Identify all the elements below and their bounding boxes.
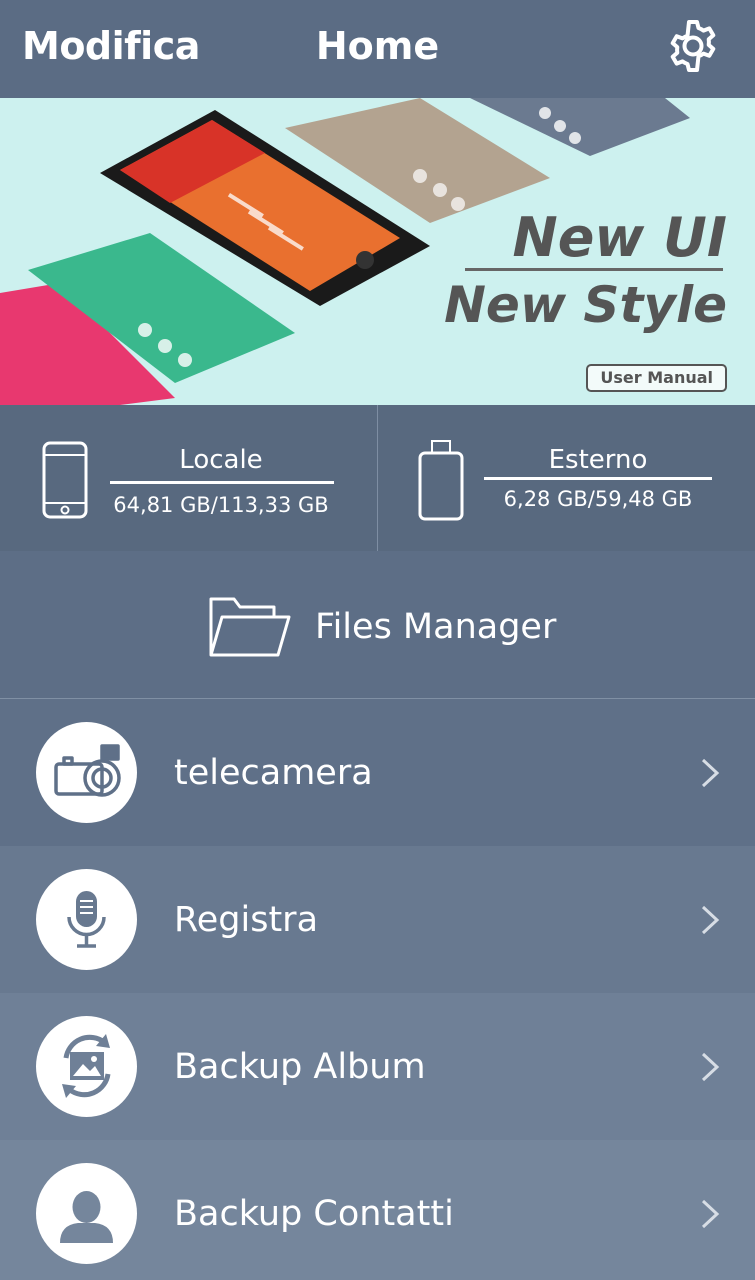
list-item-label: telecamera — [174, 753, 373, 793]
local-storage-value: 64,81 GB/113,33 GB — [113, 493, 329, 517]
list-item-backup-album[interactable]: Backup Album — [0, 993, 755, 1140]
chevron-right-icon — [701, 1052, 720, 1082]
local-storage-label: Locale — [179, 445, 263, 475]
chevron-right-icon — [701, 758, 720, 788]
chevron-right-icon — [701, 1199, 720, 1229]
promo-banner[interactable]: New UI New Style User Manual — [0, 98, 755, 405]
banner-headline-2: New Style — [444, 276, 727, 334]
banner-divider — [465, 268, 723, 271]
list-item-backup-contacts[interactable]: Backup Contatti — [0, 1140, 755, 1280]
chevron-right-icon — [701, 905, 720, 935]
usb-drive-icon — [418, 440, 464, 521]
top-bar: Modifica Home — [0, 0, 755, 98]
list-item-label: Backup Album — [174, 1047, 426, 1087]
files-manager-label: Files Manager — [315, 607, 557, 647]
user-manual-button[interactable]: User Manual — [586, 364, 727, 392]
contact-icon — [36, 1163, 137, 1264]
list-item-label: Registra — [174, 900, 319, 940]
storage-panel: Locale 64,81 GB/113,33 GB Esterno 6,28 G… — [0, 405, 755, 551]
local-storage-divider — [110, 481, 334, 484]
camera-icon — [36, 722, 137, 823]
external-storage-value: 6,28 GB/59,48 GB — [503, 487, 693, 511]
external-storage-label: Esterno — [548, 445, 648, 475]
phone-icon — [42, 441, 88, 519]
list-item-record[interactable]: Registra — [0, 846, 755, 993]
external-storage-divider — [484, 477, 712, 480]
list-item-camera[interactable]: telecamera — [0, 699, 755, 846]
microphone-icon — [36, 869, 137, 970]
list-item-label: Backup Contatti — [174, 1194, 454, 1234]
photo-sync-icon — [36, 1016, 137, 1117]
gear-icon[interactable] — [665, 18, 721, 74]
folder-icon — [209, 597, 291, 657]
files-manager-button[interactable]: Files Manager — [0, 551, 755, 699]
external-storage[interactable]: Esterno 6,28 GB/59,48 GB — [378, 405, 755, 551]
local-storage[interactable]: Locale 64,81 GB/113,33 GB — [0, 405, 377, 551]
page-title: Home — [315, 24, 440, 68]
banner-headline-1: New UI — [512, 206, 727, 269]
